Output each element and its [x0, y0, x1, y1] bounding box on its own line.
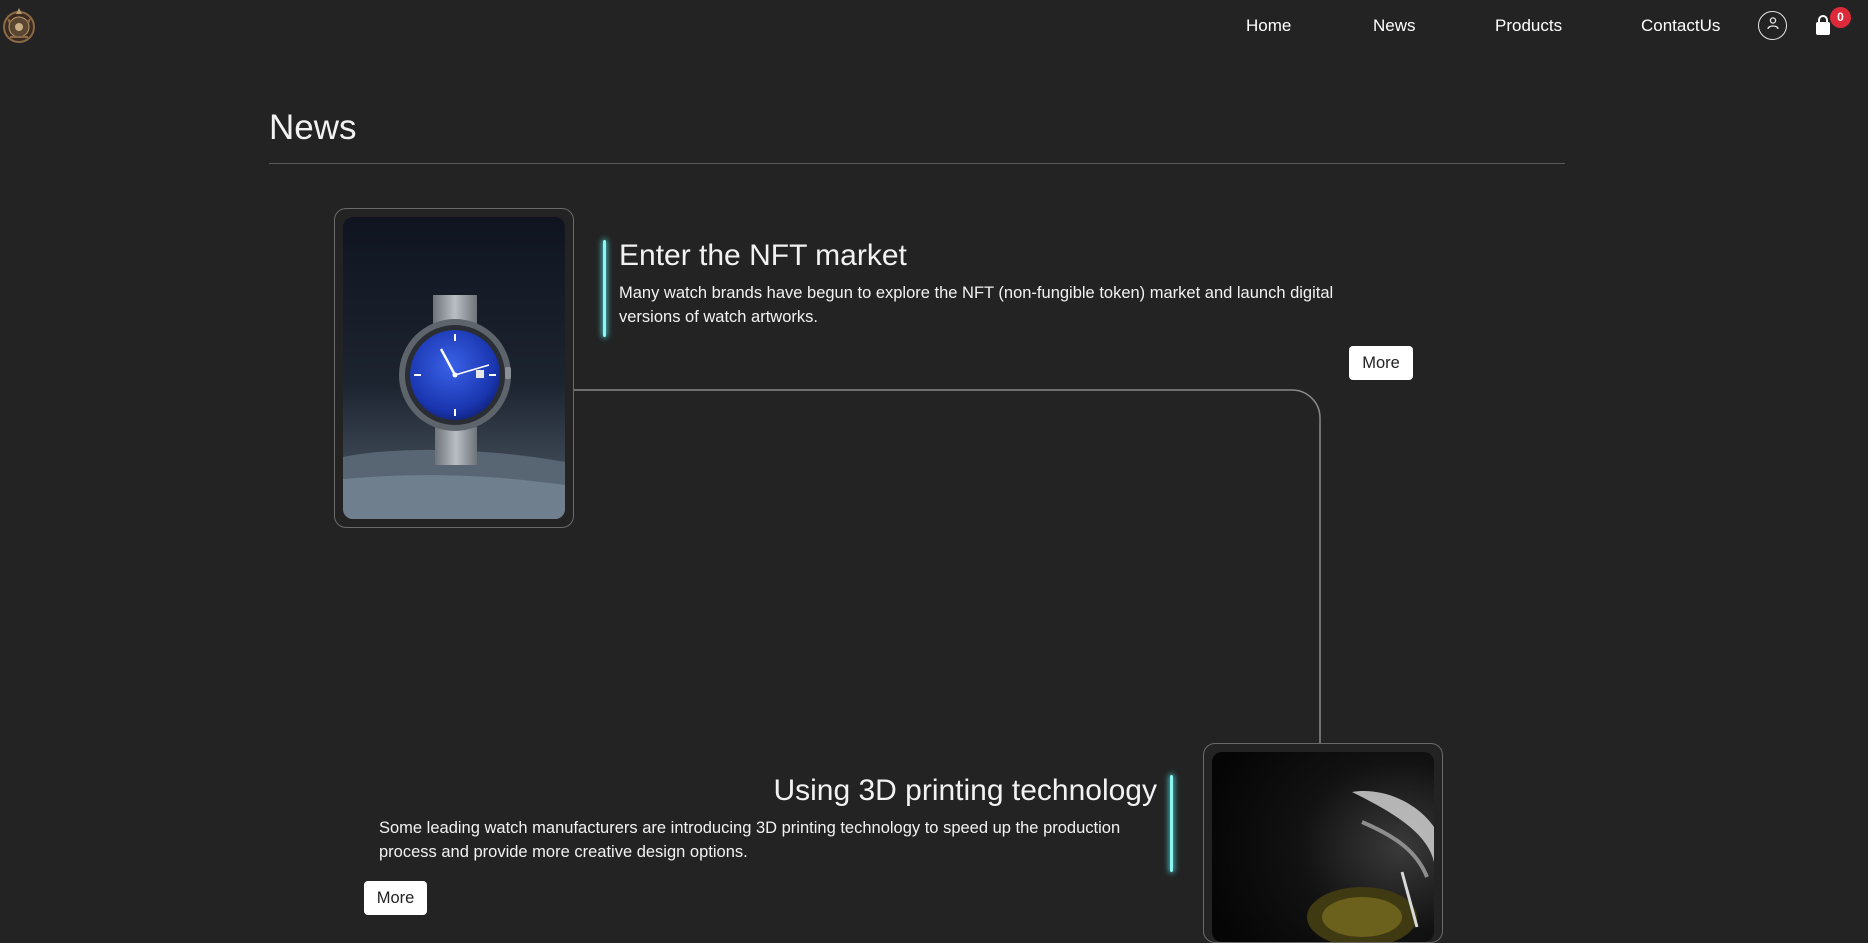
accent-bar — [603, 240, 606, 337]
nav-link-home[interactable]: Home — [1246, 14, 1291, 38]
user-icon — [1766, 16, 1780, 35]
shopping-bag-icon — [1813, 15, 1833, 41]
news-title: Using 3D printing technology — [773, 774, 1157, 807]
watch-photo — [1212, 752, 1434, 942]
accent-bar — [1170, 775, 1173, 872]
more-button[interactable]: More — [364, 881, 427, 915]
more-button[interactable]: More — [1349, 346, 1413, 380]
title-divider — [269, 163, 1565, 164]
emblem-logo-icon[interactable] — [1, 4, 37, 46]
page-title: News — [269, 108, 357, 147]
nav-link-products[interactable]: Products — [1495, 14, 1562, 38]
news-description: Many watch brands have begun to explore … — [619, 284, 1334, 326]
nav-link-contact-us[interactable]: ContactUs — [1641, 14, 1720, 38]
news-image-frame[interactable] — [334, 208, 574, 528]
news-image-frame[interactable] — [1203, 743, 1443, 943]
watch-photo — [343, 217, 565, 519]
news-description: Some leading watch manufacturers are int… — [379, 819, 1121, 861]
cart-count-badge: 0 — [1830, 7, 1851, 28]
top-navbar: Home News Products ContactUs 0 — [0, 0, 1868, 52]
account-button[interactable] — [1758, 11, 1787, 40]
nav-link-news[interactable]: News — [1373, 14, 1416, 38]
news-title: Enter the NFT market — [619, 239, 907, 272]
